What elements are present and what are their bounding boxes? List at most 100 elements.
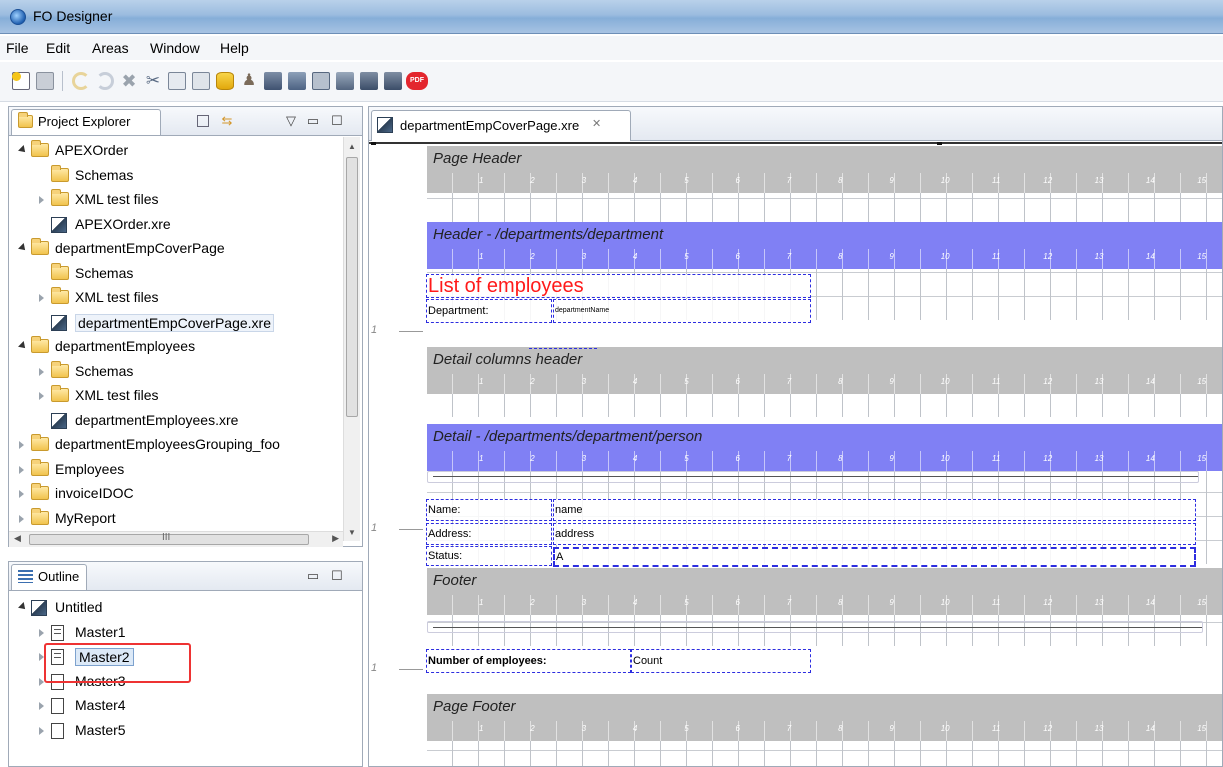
- band-grid[interactable]: [427, 394, 1222, 417]
- department-label-field[interactable]: Department:: [426, 299, 552, 323]
- band-header[interactable]: Footer 1 2 3 4 5 6 7 8 9 10 11 12 13 14 15: [427, 568, 1222, 615]
- tab-department-emp-cover-page[interactable]: departmentEmpCoverPage.xre ✕: [371, 110, 631, 141]
- tree-item[interactable]: XML test files: [9, 286, 343, 310]
- menu-file[interactable]: File: [6, 40, 29, 56]
- tree-item[interactable]: departmentEmpCoverPage: [9, 237, 343, 261]
- pdf-icon[interactable]: PDF: [406, 72, 428, 90]
- tree-item[interactable]: departmentEmployees.xre: [9, 409, 343, 433]
- resize-handle[interactable]: [937, 142, 942, 145]
- open-folder-icon[interactable]: [264, 72, 282, 90]
- tree-item[interactable]: Schemas: [9, 360, 343, 384]
- tree-item[interactable]: invoiceIDOC: [9, 482, 343, 506]
- band-header[interactable]: Page Header 1 2 3 4 5 6 7 8 9 10 11 12 13 14 15: [427, 146, 1222, 193]
- people-icon[interactable]: ♟: [240, 72, 258, 90]
- tab-project-explorer[interactable]: Project Explorer: [11, 109, 161, 135]
- collapsed-arrow-icon[interactable]: [39, 392, 44, 400]
- scroll-down-icon[interactable]: ▼: [348, 528, 356, 537]
- tree-item[interactable]: Master5: [9, 719, 343, 743]
- band-header[interactable]: Header - /departments/department 1 2 3 4 5 6 7 8…: [427, 222, 1222, 269]
- collapsed-arrow-icon[interactable]: [39, 196, 44, 204]
- menu-edit[interactable]: Edit: [46, 40, 70, 56]
- collapsed-arrow-icon[interactable]: [39, 294, 44, 302]
- tree-item[interactable]: APEXOrder.xre: [9, 213, 343, 237]
- collapsed-arrow-icon[interactable]: [39, 628, 44, 637]
- copy-icon[interactable]: [168, 72, 186, 90]
- paste-icon[interactable]: [192, 72, 210, 90]
- tree-item[interactable]: APEXOrder: [9, 139, 343, 163]
- name-label-field[interactable]: Name:: [426, 499, 552, 521]
- band-header[interactable]: Detail - /departments/department/person 1…: [427, 424, 1222, 471]
- tree-item[interactable]: MyReport: [9, 507, 343, 531]
- expanded-arrow-icon[interactable]: [18, 145, 28, 155]
- tree-item[interactable]: departmentEmployeesGrouping_foo: [9, 433, 343, 457]
- open-image-icon[interactable]: [288, 72, 306, 90]
- band-header[interactable]: Detail columns header 1 2 3 4 5 6 7 8 9 10 11 12 13 14…: [427, 347, 1222, 394]
- minimize-icon[interactable]: ▭: [305, 113, 321, 129]
- horizontal-scrollbar[interactable]: ◀ III ▶: [9, 531, 343, 547]
- tree-item[interactable]: XML test files: [9, 188, 343, 212]
- view-menu-icon[interactable]: ▽: [283, 113, 299, 129]
- band-header[interactable]: Page Footer 1 2 3 4 5 6 7 8 9 10 11 12 13 14 15: [427, 694, 1222, 741]
- name-value-field[interactable]: name: [553, 499, 1196, 521]
- scrollbar-thumb[interactable]: [346, 157, 358, 417]
- delete-icon[interactable]: ✖: [120, 72, 138, 90]
- collapsed-arrow-icon[interactable]: [39, 367, 44, 376]
- new-icon[interactable]: [12, 72, 30, 90]
- collapsed-arrow-icon[interactable]: [39, 726, 44, 735]
- layout-icon[interactable]: [312, 72, 330, 90]
- status-label-field[interactable]: Status:: [426, 546, 552, 566]
- collapsed-arrow-icon[interactable]: [19, 441, 24, 449]
- menu-help[interactable]: Help: [220, 40, 249, 56]
- tree-item[interactable]: Untitled: [9, 596, 343, 620]
- band-grid[interactable]: [427, 741, 1222, 766]
- close-tab-icon[interactable]: ✕: [592, 117, 601, 130]
- export-folder-icon[interactable]: [360, 72, 378, 90]
- tree-item[interactable]: Schemas: [9, 262, 343, 286]
- open-folder-2-icon[interactable]: [384, 72, 402, 90]
- band-grid[interactable]: [427, 193, 1222, 222]
- status-value-field[interactable]: A: [553, 547, 1196, 567]
- collapsed-arrow-icon[interactable]: [19, 490, 24, 498]
- tree-item[interactable]: departmentEmpCoverPage.xre: [9, 311, 343, 335]
- expanded-arrow-icon[interactable]: [18, 243, 28, 253]
- tree-item[interactable]: Master4: [9, 694, 343, 718]
- collapsed-arrow-icon[interactable]: [39, 702, 44, 710]
- redo-icon[interactable]: [96, 72, 114, 90]
- scroll-right-icon[interactable]: ▶: [332, 533, 339, 544]
- scroll-left-icon[interactable]: ◀: [14, 533, 21, 544]
- tree-item[interactable]: Master1: [9, 621, 343, 645]
- outline-maximize-icon[interactable]: ☐: [329, 568, 345, 584]
- link-editor-icon[interactable]: ⇆: [219, 113, 235, 129]
- database-icon[interactable]: [216, 72, 234, 90]
- scroll-up-icon[interactable]: ▲: [348, 142, 356, 151]
- count-value-field[interactable]: Count: [631, 649, 811, 673]
- vertical-scrollbar[interactable]: ▲ ▼: [343, 137, 360, 541]
- report-canvas[interactable]: Page Header 1 2 3 4 5 6 7 8 9 10 11 12 13 14 15 Header -…: [369, 142, 1222, 766]
- expanded-arrow-icon[interactable]: [18, 602, 28, 612]
- undo-icon[interactable]: [72, 72, 90, 90]
- resize-handle[interactable]: [371, 142, 376, 145]
- expanded-arrow-icon[interactable]: [18, 341, 28, 351]
- h-scrollbar-thumb[interactable]: III: [29, 532, 309, 545]
- outline-minimize-icon[interactable]: ▭: [305, 568, 321, 584]
- tree-item[interactable]: departmentEmployees: [9, 335, 343, 359]
- list-title-field[interactable]: List of employees: [426, 274, 811, 298]
- ruler-number: 7: [786, 598, 792, 607]
- department-value-field[interactable]: departmentName: [553, 299, 811, 323]
- tab-outline[interactable]: Outline: [11, 564, 87, 590]
- address-label-field[interactable]: Address:: [426, 523, 552, 545]
- menu-areas[interactable]: Areas: [92, 40, 129, 56]
- address-value-field[interactable]: address: [553, 523, 1196, 545]
- menu-window[interactable]: Window: [150, 40, 200, 56]
- maximize-icon[interactable]: ☐: [329, 113, 345, 129]
- count-label-field[interactable]: Number of employees:: [426, 649, 631, 673]
- export-icon[interactable]: [336, 72, 354, 90]
- collapse-all-icon[interactable]: [197, 115, 209, 127]
- tree-item[interactable]: Schemas: [9, 164, 343, 188]
- cut-icon[interactable]: ✂: [144, 72, 162, 90]
- collapsed-arrow-icon[interactable]: [19, 514, 24, 523]
- tree-item[interactable]: XML test files: [9, 384, 343, 408]
- tree-item[interactable]: Employees: [9, 458, 343, 482]
- collapsed-arrow-icon[interactable]: [19, 465, 24, 474]
- save-icon[interactable]: [36, 72, 54, 90]
